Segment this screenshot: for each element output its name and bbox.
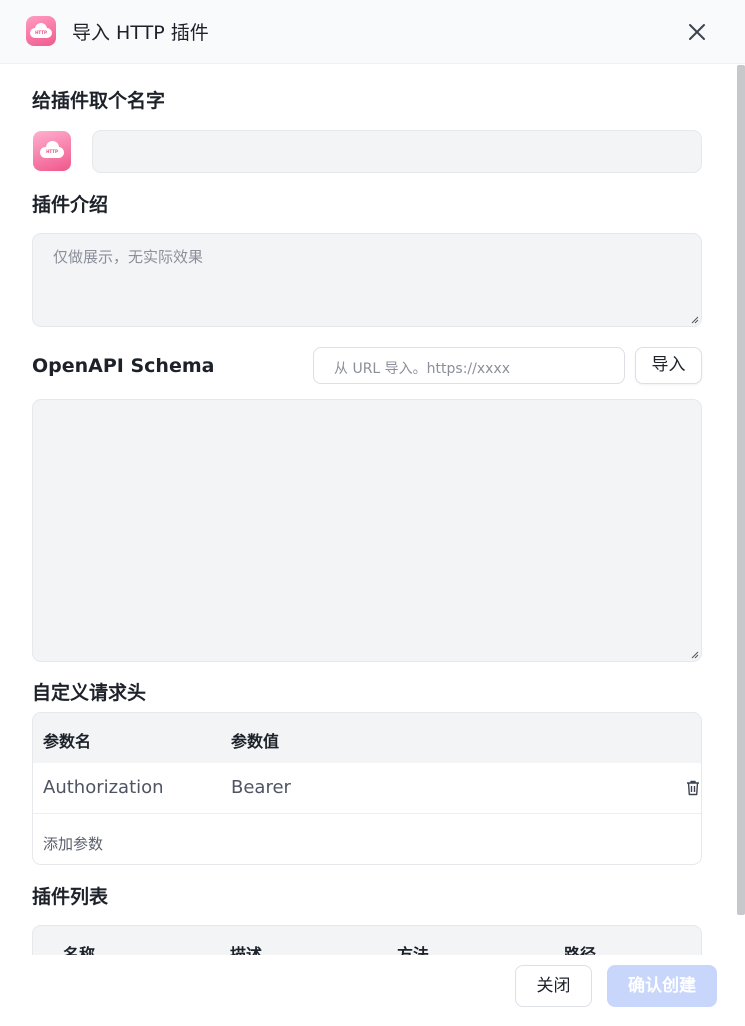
import-button[interactable]: 导入 — [635, 347, 702, 384]
dialog-footer: 关闭 确认创建 — [0, 955, 737, 1026]
table-header: 参数名 参数值 — [33, 713, 701, 763]
add-param-button[interactable]: 添加参数 — [43, 833, 103, 854]
import-url-placeholder: 从 URL 导入。https://xxxx — [334, 361, 510, 377]
custom-headers-table: 参数名 参数值 Authorization Bearer 添加参数 — [32, 712, 702, 865]
custom-headers-label: 自定义请求头 — [32, 682, 147, 704]
column-header-param-name: 参数名 — [43, 732, 92, 751]
scrollbar[interactable] — [737, 65, 745, 915]
column-header-param-value: 参数值 — [231, 732, 280, 751]
plugin-avatar-icon[interactable]: HTTP — [33, 131, 71, 171]
plugin-name-input[interactable] — [92, 130, 702, 173]
trash-icon[interactable] — [686, 780, 700, 796]
resize-grip-icon[interactable] — [689, 314, 699, 324]
dialog-title: 导入 HTTP 插件 — [72, 22, 209, 44]
plugin-description-label: 插件介绍 — [32, 194, 109, 216]
description-placeholder: 仅做展示，无实际效果 — [53, 248, 204, 266]
plugin-description-textarea[interactable]: 仅做展示，无实际效果 — [32, 233, 702, 327]
dialog-header: HTTP 导入 HTTP 插件 — [0, 0, 745, 64]
openapi-schema-label: OpenAPI Schema — [32, 355, 215, 377]
confirm-create-button[interactable]: 确认创建 — [607, 965, 717, 1007]
cloud-icon: HTTP — [40, 141, 64, 158]
plugin-list-label: 插件列表 — [32, 886, 109, 908]
resize-grip-icon[interactable] — [689, 649, 699, 659]
cloud-icon: HTTP — [30, 23, 52, 38]
openapi-schema-textarea[interactable] — [32, 399, 702, 662]
import-url-input[interactable]: 从 URL 导入。https://xxxx — [313, 347, 625, 384]
param-name-cell[interactable]: Authorization — [43, 777, 164, 798]
param-value-cell[interactable]: Bearer — [231, 777, 291, 798]
http-plugin-icon: HTTP — [26, 16, 56, 46]
plugin-name-label: 给插件取个名字 — [32, 90, 166, 112]
close-icon[interactable] — [684, 19, 710, 45]
close-button[interactable]: 关闭 — [515, 965, 592, 1007]
table-row: Authorization Bearer — [33, 763, 701, 814]
